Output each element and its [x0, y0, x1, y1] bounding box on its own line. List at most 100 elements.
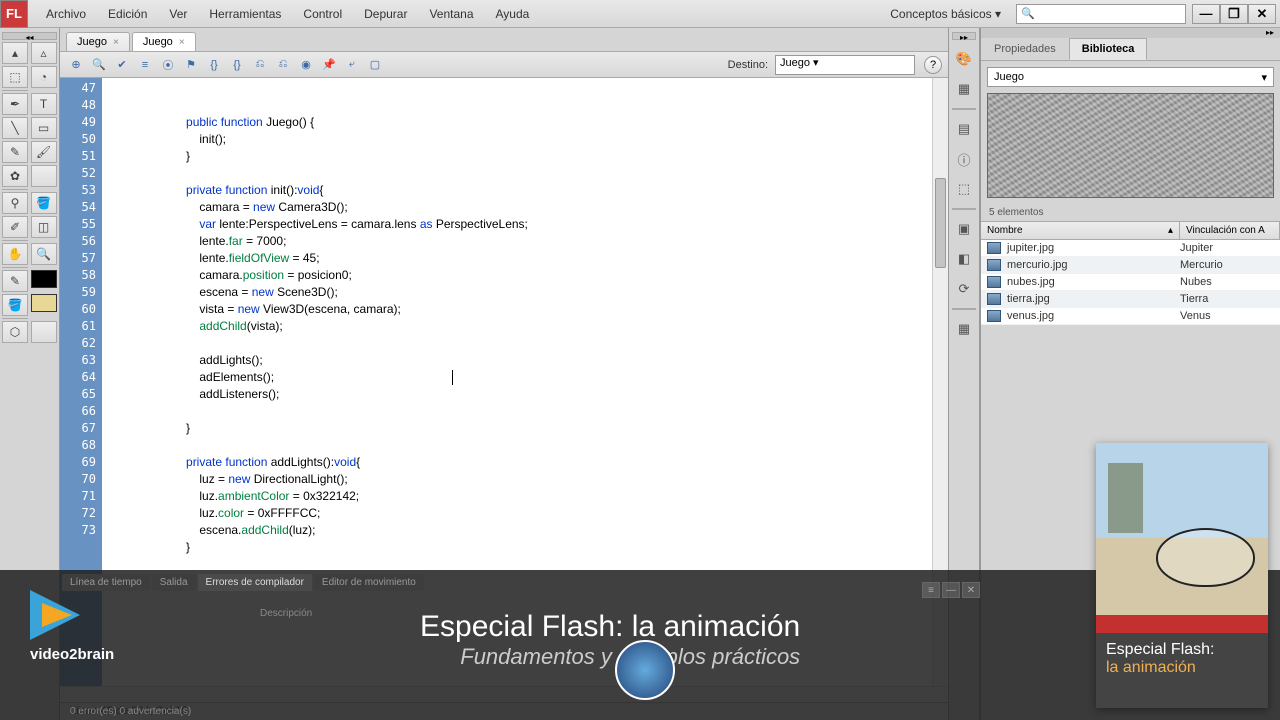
library-preview: [987, 93, 1274, 198]
play-button-icon[interactable]: [615, 640, 675, 700]
library-item[interactable]: jupiter.jpgJupiter: [981, 240, 1280, 257]
close-button[interactable]: ✕: [1248, 4, 1276, 24]
doc-tab-juego-1[interactable]: Juego ×: [66, 32, 130, 51]
text-tool[interactable]: T: [31, 93, 57, 115]
text-cursor: [452, 370, 453, 385]
tab-linea-de-tiempo[interactable]: Línea de tiempo: [62, 574, 150, 591]
menu-control[interactable]: Control: [293, 3, 352, 25]
check-syntax-icon[interactable]: ✔: [112, 56, 132, 74]
menu-ver[interactable]: Ver: [159, 3, 197, 25]
eyedropper-tool[interactable]: ✐: [2, 216, 28, 238]
uncomment-icon[interactable]: ⎌: [273, 56, 293, 74]
image-icon: [987, 276, 1001, 288]
pen-tool[interactable]: ✒: [2, 93, 28, 115]
library-item[interactable]: nubes.jpgNubes: [981, 274, 1280, 291]
panel-collapse-icon[interactable]: —: [942, 582, 960, 598]
panel-menu-icon[interactable]: ≡: [922, 582, 940, 598]
expand-icon[interactable]: {}: [227, 56, 247, 74]
library-item-count: 5 elementos: [981, 204, 1280, 222]
column-descripcion: Descripción: [260, 608, 312, 619]
subselection-tool[interactable]: ▵: [31, 42, 57, 64]
menu-ventana[interactable]: Ventana: [419, 3, 483, 25]
column-nombre[interactable]: Nombre▴: [981, 222, 1180, 239]
menu-edicion[interactable]: Edición: [98, 3, 157, 25]
wrap-icon[interactable]: ⤶: [342, 56, 362, 74]
library-item[interactable]: mercurio.jpgMercurio: [981, 257, 1280, 274]
close-icon[interactable]: ×: [179, 37, 185, 48]
align-panel-icon[interactable]: ▤: [952, 118, 976, 140]
eraser-tool[interactable]: ◫: [31, 216, 57, 238]
fill-color-swatch[interactable]: [31, 294, 57, 312]
video-subtitle: Fundamentos y ejemplos prácticos: [420, 644, 800, 670]
code-toolbar: ⊕ 🔍 ✔ ≡ ⦿ ⚑ {} {} ⎌ ⎌ ◉ 📌 ⤶ ▢ Destino: J…: [60, 52, 948, 78]
line-tool[interactable]: ╲: [2, 117, 28, 139]
motion-presets-icon[interactable]: ⟳: [952, 278, 976, 300]
column-vinculacion[interactable]: Vinculación con A: [1180, 222, 1280, 239]
minimize-button[interactable]: —: [1192, 4, 1220, 24]
library-item[interactable]: tierra.jpgTierra: [981, 291, 1280, 308]
menu-ayuda[interactable]: Ayuda: [486, 3, 540, 25]
tab-salida[interactable]: Salida: [152, 574, 196, 591]
snap-tool[interactable]: ⬡: [2, 321, 28, 343]
pencil-tool[interactable]: ✎: [2, 141, 28, 163]
pin-icon[interactable]: 📌: [319, 56, 339, 74]
snippets-icon[interactable]: ▢: [365, 56, 385, 74]
add-code-icon[interactable]: ⊕: [66, 56, 86, 74]
promo-card: Especial Flash: la animación: [1096, 443, 1268, 708]
library-document-select[interactable]: Juego▾: [987, 67, 1274, 87]
stroke-color-icon[interactable]: ✎: [2, 270, 28, 292]
image-icon: [987, 242, 1001, 254]
panel-close-icon[interactable]: ✕: [962, 582, 980, 598]
project-panel-icon[interactable]: ▦: [952, 318, 976, 340]
video-title: Especial Flash: la animación: [420, 610, 800, 644]
free-transform-tool[interactable]: ⬚: [2, 66, 28, 88]
code-snippets-icon[interactable]: ▣: [952, 218, 976, 240]
workspace-selector[interactable]: Conceptos básicos ▾: [881, 4, 1010, 24]
lasso-tool[interactable]: ◔: [31, 66, 57, 88]
tab-propiedades[interactable]: Propiedades: [981, 38, 1069, 60]
panel-collapse-icon[interactable]: ▸▸: [981, 28, 1280, 38]
autoformat-icon[interactable]: ≡: [135, 56, 155, 74]
swatches-panel-icon[interactable]: ▦: [952, 78, 976, 100]
doc-tab-juego-2[interactable]: Juego ×: [132, 32, 196, 51]
show-hide-icon[interactable]: ◉: [296, 56, 316, 74]
stroke-color-swatch[interactable]: [31, 270, 57, 288]
brush-tool[interactable]: 🖌: [31, 141, 57, 163]
search-input[interactable]: 🔍: [1016, 4, 1186, 24]
fill-color-icon[interactable]: 🪣: [2, 294, 28, 316]
maximize-button[interactable]: ❐: [1220, 4, 1248, 24]
tab-editor-movimiento[interactable]: Editor de movimiento: [314, 574, 424, 591]
panel-collapse-icon[interactable]: ◂◂: [2, 32, 57, 40]
bone-tool[interactable]: ⚲: [2, 192, 28, 214]
library-item[interactable]: venus.jpgVenus: [981, 308, 1280, 325]
paint-bucket-tool[interactable]: 🪣: [31, 192, 57, 214]
debug-icon[interactable]: ⚑: [181, 56, 201, 74]
code-hint-icon[interactable]: ⦿: [158, 56, 178, 74]
collapse-icon[interactable]: {}: [204, 56, 224, 74]
panel-collapse-icon[interactable]: ▸▸: [952, 32, 976, 40]
tab-errores[interactable]: Errores de compilador: [198, 574, 312, 591]
components-panel-icon[interactable]: ◧: [952, 248, 976, 270]
menu-depurar[interactable]: Depurar: [354, 3, 417, 25]
menubar: FL Archivo Edición Ver Herramientas Cont…: [0, 0, 1280, 28]
hand-tool[interactable]: ✋: [2, 243, 28, 265]
rectangle-tool[interactable]: ▭: [31, 117, 57, 139]
error-count-status: 0 error(es) 0 advertencia(s): [70, 706, 191, 717]
help-icon[interactable]: ?: [924, 56, 942, 74]
menu-herramientas[interactable]: Herramientas: [199, 3, 291, 25]
promo-title-line1: Especial Flash:: [1106, 641, 1258, 659]
deco-tool[interactable]: ✿: [2, 165, 28, 187]
close-icon[interactable]: ×: [113, 37, 119, 48]
comment-icon[interactable]: ⎌: [250, 56, 270, 74]
promo-image: [1096, 443, 1268, 615]
find-icon[interactable]: 🔍: [89, 56, 109, 74]
tab-biblioteca[interactable]: Biblioteca: [1069, 38, 1148, 60]
library-list-header: Nombre▴ Vinculación con A: [981, 222, 1280, 240]
zoom-tool[interactable]: 🔍: [31, 243, 57, 265]
color-panel-icon[interactable]: 🎨: [952, 48, 976, 70]
target-select[interactable]: Juego ▾: [775, 55, 915, 75]
info-panel-icon[interactable]: ⓘ: [952, 148, 976, 170]
selection-tool[interactable]: ▴: [2, 42, 28, 64]
transform-panel-icon[interactable]: ⬚: [952, 178, 976, 200]
menu-archivo[interactable]: Archivo: [36, 3, 96, 25]
